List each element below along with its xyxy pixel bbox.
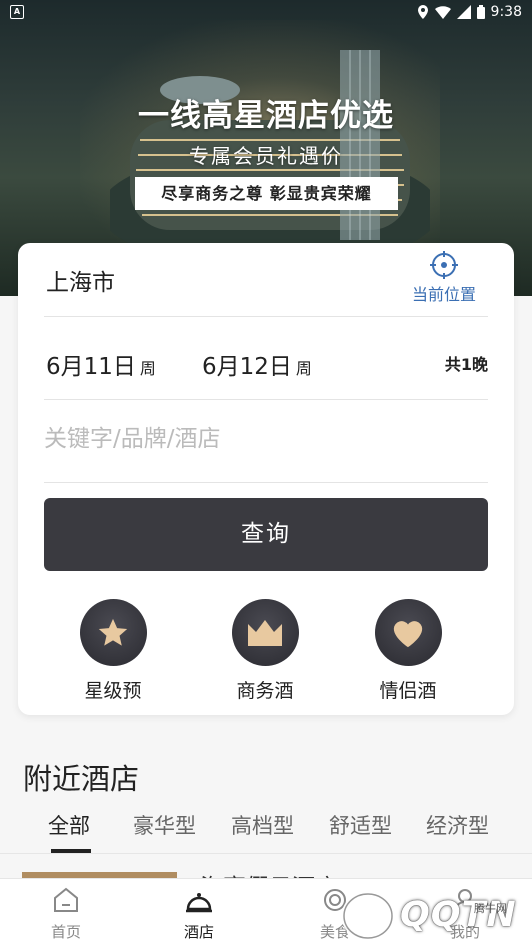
city-name[interactable]: 上海市 xyxy=(46,263,115,297)
checkin-weekday: 周 xyxy=(139,359,156,378)
filter-tab-upscale[interactable]: 高档型 xyxy=(231,810,294,840)
app-notification-icon: A xyxy=(10,5,24,19)
checkin-date[interactable]: 6月11日周 xyxy=(46,347,156,381)
hotel-search-card: 上海市 当前位置 6月11日周 6月12日周 共1晚 查询 星级预 xyxy=(18,243,514,715)
location-status-icon xyxy=(417,5,428,19)
filter-tab-economy[interactable]: 经济型 xyxy=(426,810,489,840)
category-star-hotel[interactable]: 星级预 xyxy=(53,599,173,703)
keyword-input[interactable] xyxy=(44,426,484,452)
signal-icon xyxy=(456,5,471,19)
category-couple-hotel[interactable]: 情侣酒 xyxy=(348,599,468,703)
hotel-bell-icon xyxy=(186,893,212,913)
city-row[interactable]: 上海市 当前位置 xyxy=(44,243,488,317)
clock: 9:38 xyxy=(490,4,522,20)
hotel-category-row: 星级预 商务酒 情侣酒 xyxy=(18,599,514,709)
checkin-date-text: 6月11日 xyxy=(46,354,136,380)
current-location-label: 当前位置 xyxy=(411,285,476,304)
nav-label: 首页 xyxy=(50,923,81,941)
nav-label: 酒店 xyxy=(183,923,214,941)
nav-hotel[interactable]: 酒店 xyxy=(154,885,244,942)
checkout-date[interactable]: 6月12日周 xyxy=(202,347,312,381)
category-business-hotel[interactable]: 商务酒 xyxy=(205,599,325,703)
star-icon xyxy=(79,599,147,666)
heart-icon xyxy=(374,599,442,666)
nav-home[interactable]: 首页 xyxy=(21,885,111,942)
checkout-date-text: 6月12日 xyxy=(202,354,292,380)
watermark-small-text: 腾牛网 xyxy=(474,902,507,915)
active-tab-indicator xyxy=(51,849,91,853)
query-button[interactable]: 查询 xyxy=(44,498,488,571)
locate-crosshair-icon xyxy=(430,251,458,279)
current-location-button[interactable]: 当前位置 xyxy=(404,251,484,305)
crown-icon xyxy=(231,599,299,666)
hotel-type-filter-tabs: 全部 豪华型 高档型 舒适型 经济型 xyxy=(0,800,532,854)
category-label: 情侣酒 xyxy=(379,680,437,702)
category-label: 星级预 xyxy=(84,680,142,702)
filter-tab-comfort[interactable]: 舒适型 xyxy=(329,810,392,840)
home-icon xyxy=(54,887,78,912)
nights-count: 共1晚 xyxy=(444,355,488,374)
date-row[interactable]: 6月11日周 6月12日周 共1晚 xyxy=(44,317,488,400)
nearby-hotels-title: 附近酒店 xyxy=(23,762,140,796)
filter-tab-luxury[interactable]: 豪华型 xyxy=(133,810,196,840)
checkout-weekday: 周 xyxy=(295,359,312,378)
wifi-icon xyxy=(434,5,451,19)
category-label: 商务酒 xyxy=(236,680,294,702)
hero-badge: 尽享商务之尊 彰显贵宾荣耀 xyxy=(135,177,398,210)
keyword-row xyxy=(44,400,488,483)
status-bar: A 9:38 xyxy=(0,0,532,24)
battery-icon xyxy=(476,5,485,19)
hero-subtitle: 专属会员礼遇价 xyxy=(189,144,343,168)
filter-tab-all[interactable]: 全部 xyxy=(48,810,90,840)
hero-title: 一线高星酒店优选 xyxy=(138,98,394,134)
